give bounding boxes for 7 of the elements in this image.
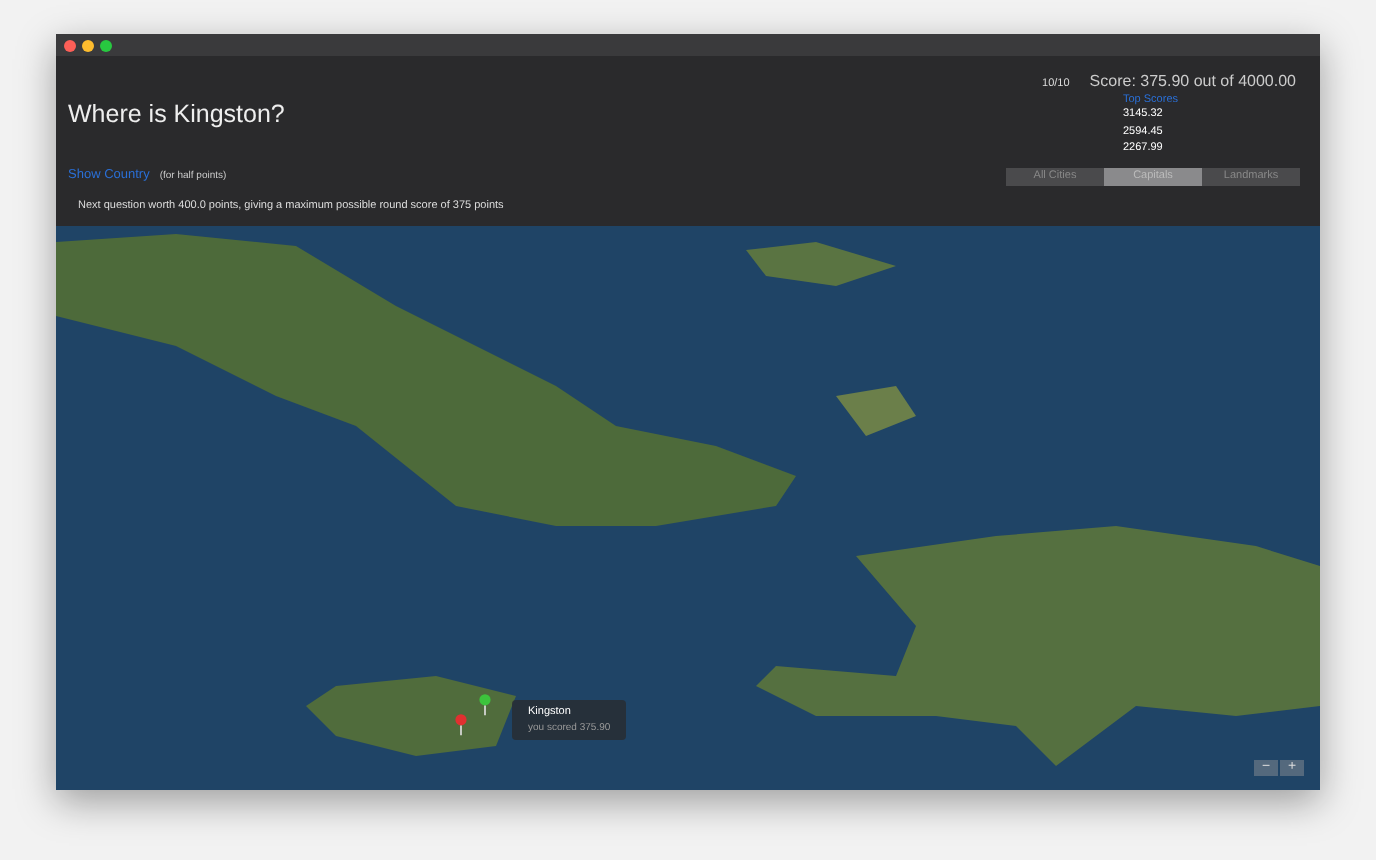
pin-icon (454, 712, 468, 736)
minimize-button[interactable] (82, 39, 94, 51)
close-button[interactable] (64, 39, 76, 51)
question-title: Where is Kingston? (68, 100, 287, 128)
zoom-button[interactable] (100, 39, 112, 51)
pin-icon (478, 692, 492, 716)
score-text: Score: 375.90 out of 4000.00 (1089, 72, 1296, 90)
